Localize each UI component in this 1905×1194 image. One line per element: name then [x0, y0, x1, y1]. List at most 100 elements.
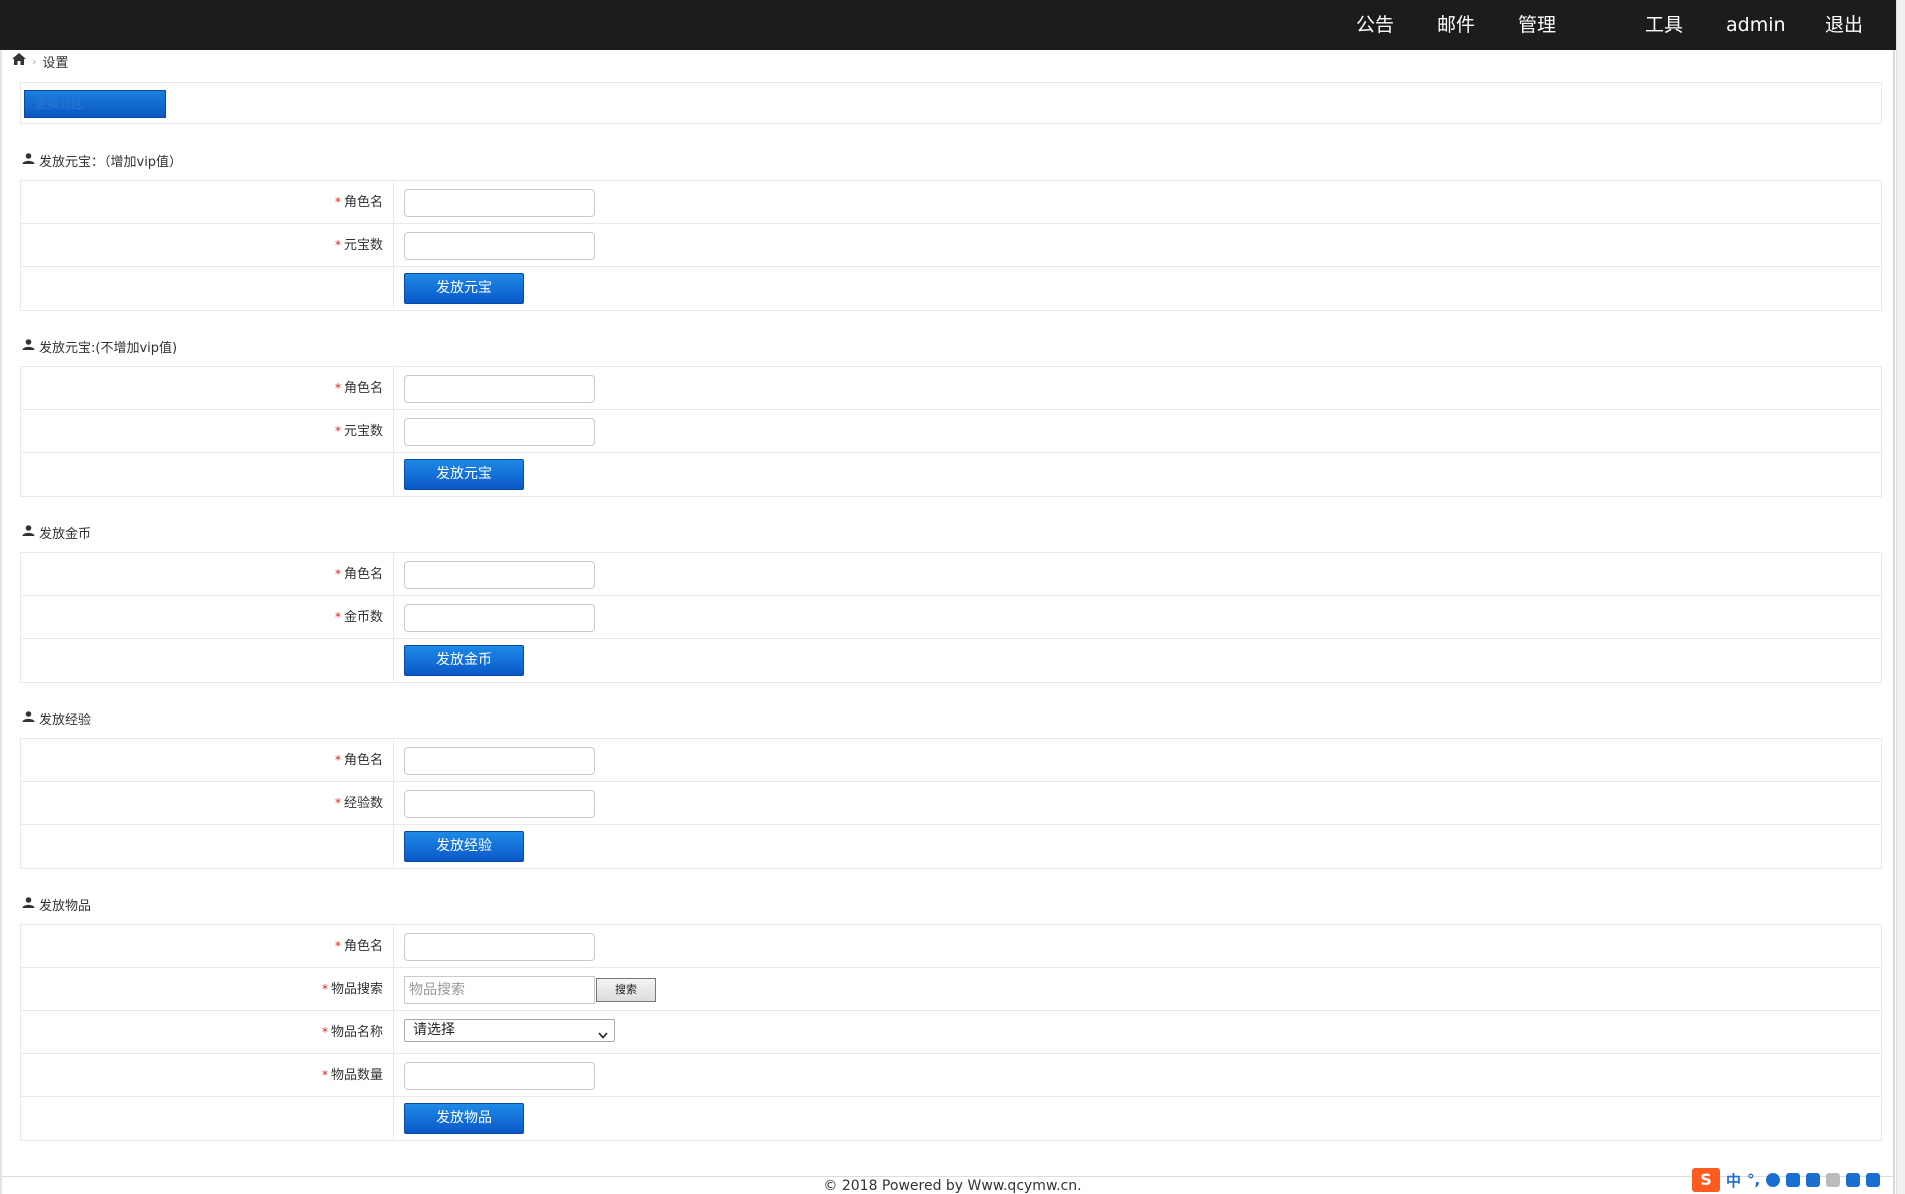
form-row: * 角色名 [21, 925, 1881, 968]
ime-mode-indicator[interactable]: 中 [1726, 1170, 1741, 1191]
nav-logout[interactable]: 退出 [1825, 0, 1863, 50]
field-label: * 角色名 [21, 739, 394, 781]
required-mark: * [334, 424, 341, 438]
submit-button[interactable]: 发放经验 [404, 831, 524, 862]
required-mark: * [334, 381, 341, 395]
form-row: * 角色名 [21, 181, 1881, 224]
vertical-scrollbar[interactable] [1896, 0, 1905, 1194]
text-input[interactable] [404, 790, 595, 818]
section-title-text: 发放金币 [39, 526, 92, 542]
user-icon [22, 524, 39, 540]
nav-mail[interactable]: 邮件 [1437, 0, 1475, 50]
user-icon [22, 338, 39, 354]
search-button[interactable]: 搜索 [596, 978, 656, 1002]
field-label: * 元宝数 [21, 224, 394, 266]
text-input[interactable] [404, 418, 595, 446]
field-label-text: 物品名称 [330, 1025, 383, 1040]
section-title: 发放金币 [22, 522, 91, 542]
text-input[interactable] [404, 933, 595, 961]
field-label-text: 角色名 [343, 195, 383, 210]
text-input[interactable] [404, 604, 595, 632]
field-label: * 元宝数 [21, 410, 394, 452]
breadcrumb: › 设置 [12, 50, 68, 72]
field-label: * 角色名 [21, 553, 394, 595]
text-input[interactable] [404, 189, 595, 217]
field-label: * 角色名 [21, 925, 394, 967]
form-row: * 角色名 [21, 739, 1881, 782]
field-label-text: 经验数 [343, 796, 383, 811]
form-submit-row: 发放物品 [21, 1097, 1881, 1140]
submit-button[interactable]: 发放元宝 [404, 273, 524, 304]
nav-announcement[interactable]: 公告 [1356, 0, 1394, 50]
form-table: * 角色名 * 元宝数 发放元宝 [20, 366, 1882, 497]
field-label-text: 角色名 [343, 567, 383, 582]
form-table: * 角色名 * 金币数 发放金币 [20, 552, 1882, 683]
item-name-select[interactable]: 请选择 [404, 1019, 615, 1042]
sogou-logo-icon[interactable]: S [1692, 1168, 1720, 1192]
ime-punctuation-indicator[interactable]: °, [1747, 1171, 1760, 1189]
item-search-input[interactable] [404, 976, 595, 1004]
form-row: * 物品数量 [21, 1054, 1881, 1097]
section-title-text: 发放物品 [39, 898, 92, 914]
field-label: * 金币数 [21, 596, 394, 638]
microphone-icon[interactable] [1786, 1173, 1801, 1187]
form-table: *角色名 * 物品搜索 搜索 *物品名称 请选择 *物品数量发放物品 [20, 924, 1882, 1141]
text-input[interactable] [404, 561, 595, 589]
required-mark: * [321, 1068, 328, 1082]
footer-copyright: © 2018 Powered by Www.qcymw.cn. [823, 1178, 1082, 1194]
section-title: 发放元宝:(不增加vip值) [22, 336, 177, 356]
section-title-text: 发放元宝：（增加vip值） [39, 154, 183, 170]
breadcrumb-current: 设置 [42, 55, 69, 71]
right-border [1893, 50, 1895, 1194]
field-label-text: 物品搜索 [330, 982, 383, 997]
required-mark: * [334, 796, 341, 810]
text-input[interactable] [404, 232, 595, 260]
form-submit-row: 发放金币 [21, 639, 1881, 682]
emoji-icon[interactable] [1766, 1173, 1781, 1187]
submit-button[interactable]: 发放金币 [404, 645, 524, 676]
field-label-text: 元宝数 [343, 424, 383, 439]
field-label-text: 元宝数 [343, 238, 383, 253]
field-label: * 物品名称 [21, 1011, 394, 1053]
submit-button[interactable]: 发放物品 [404, 1103, 524, 1134]
text-input[interactable] [404, 375, 595, 403]
left-border [0, 50, 2, 1194]
text-input[interactable] [404, 747, 595, 775]
field-label-text: 角色名 [343, 939, 383, 954]
submit-button[interactable]: 发放元宝 [404, 459, 524, 490]
user-icon [22, 710, 39, 726]
section-title-text: 发放经验 [39, 712, 92, 728]
field-label-text: 角色名 [343, 381, 383, 396]
form-row: * 物品名称 请选择 [21, 1011, 1881, 1054]
home-icon[interactable] [12, 53, 26, 69]
form-row: * 元宝数 [21, 410, 1881, 453]
keyboard-icon[interactable] [1806, 1173, 1821, 1187]
text-input[interactable] [404, 1062, 595, 1090]
skin-shirt-icon[interactable] [1846, 1173, 1861, 1187]
form-row: *物品搜索 搜索 [21, 968, 1881, 1011]
user-icon[interactable] [1826, 1173, 1841, 1187]
nav-tools[interactable]: 工具 [1645, 0, 1683, 50]
empty-label-cell [21, 1097, 394, 1139]
form-row: * 角色名 [21, 367, 1881, 410]
form-table: * 角色名 * 元宝数 发放元宝 [20, 180, 1882, 311]
field-label-text: 金币数 [343, 610, 383, 625]
nav-admin-user[interactable]: admin [1726, 0, 1786, 50]
chevron-right-icon: › [32, 54, 37, 68]
nav-manage[interactable]: 管理 [1518, 0, 1556, 50]
select-value: 请选择 [413, 1022, 455, 1038]
switch-zone-panel: 更换分区 [20, 82, 1882, 124]
required-mark: * [334, 753, 341, 767]
toolbox-icon[interactable] [1866, 1173, 1881, 1187]
required-mark: * [334, 238, 341, 252]
ime-toolbar: S 中 °, [1692, 1168, 1881, 1192]
empty-label-cell [21, 639, 394, 681]
form-row: * 经验数 [21, 782, 1881, 825]
user-icon [22, 896, 39, 912]
section-title: 发放经验 [22, 708, 91, 728]
field-label-text: 角色名 [343, 753, 383, 768]
switch-zone-button[interactable]: 更换分区 [24, 90, 166, 118]
required-mark: * [334, 195, 341, 209]
user-icon [22, 152, 39, 168]
required-mark: * [334, 610, 341, 624]
